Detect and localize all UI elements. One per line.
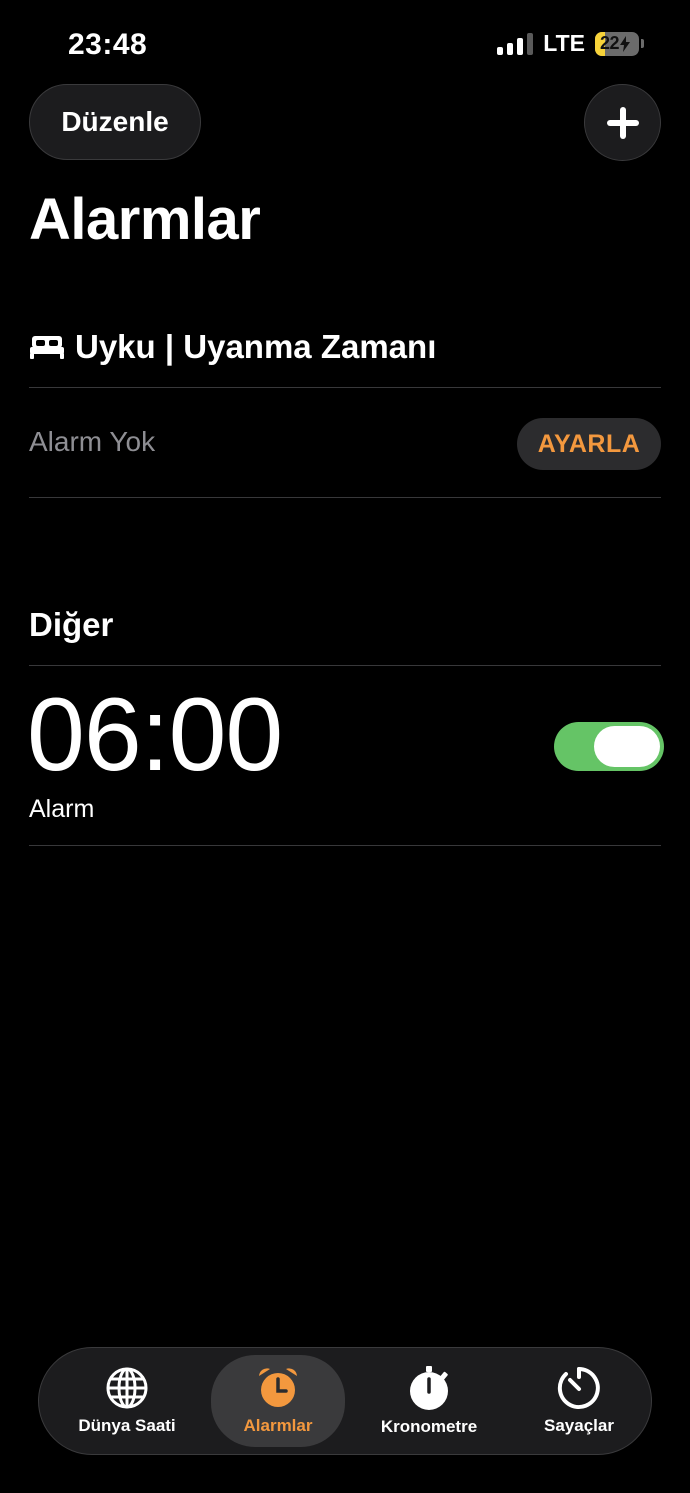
- set-sleep-button[interactable]: AYARLA: [517, 418, 661, 470]
- alarm-label: Alarm: [29, 795, 95, 823]
- status-indicators: LTE 22: [497, 30, 644, 57]
- alarm-time: 06:00: [27, 677, 283, 793]
- sleep-section-title: Uyku | Uyanma Zamanı: [75, 328, 437, 365]
- charging-bolt-icon: [620, 35, 631, 52]
- bed-icon: [30, 336, 64, 359]
- tab-label: Sayaçlar: [544, 1416, 614, 1435]
- tab-bar: Dünya Saati Alarmlar Kronometre Sayaçlar: [38, 1347, 652, 1455]
- edit-button[interactable]: Düzenle: [29, 84, 201, 160]
- tab-world-clock[interactable]: Dünya Saati: [57, 1348, 197, 1454]
- status-time: 23:48: [68, 28, 148, 61]
- tab-timers[interactable]: Sayaçlar: [509, 1348, 649, 1454]
- signal-icon: [497, 32, 534, 55]
- divider: [29, 845, 661, 846]
- other-section-title: Diğer: [29, 606, 114, 643]
- globe-icon: [106, 1367, 148, 1409]
- divider: [29, 387, 661, 388]
- divider: [29, 665, 661, 666]
- network-type: LTE: [543, 30, 585, 56]
- battery-icon: 22: [595, 31, 639, 56]
- alarm-clock-icon: [259, 1368, 297, 1407]
- plus-icon: [606, 106, 639, 139]
- tab-label: Alarmlar: [243, 1416, 313, 1435]
- tab-stopwatch[interactable]: Kronometre: [359, 1348, 499, 1454]
- battery-level: 22: [600, 33, 620, 53]
- divider: [29, 497, 661, 498]
- page-title: Alarmlar: [29, 187, 261, 252]
- stopwatch-icon: [410, 1366, 448, 1410]
- tab-label: Kronometre: [380, 1417, 478, 1436]
- timer-icon: [557, 1367, 600, 1409]
- sleep-section-header: Uyku | Uyanma Zamanı: [29, 328, 436, 366]
- tab-alarms[interactable]: Alarmlar: [211, 1355, 345, 1447]
- tab-label: Dünya Saati: [78, 1416, 176, 1435]
- alarm-toggle[interactable]: [554, 722, 664, 771]
- no-alarm-text: Alarm Yok: [29, 426, 156, 457]
- add-alarm-button[interactable]: [584, 84, 661, 161]
